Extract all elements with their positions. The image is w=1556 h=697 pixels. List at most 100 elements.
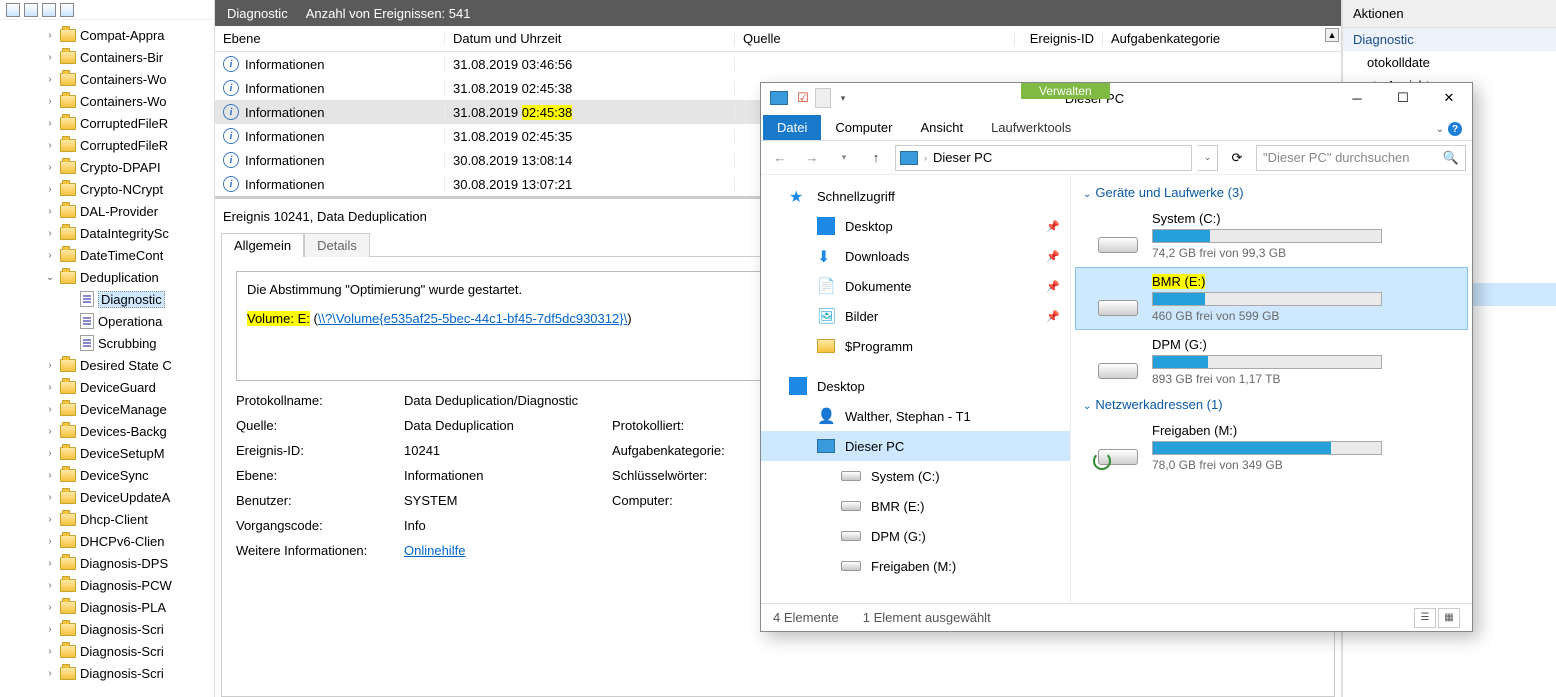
tree-item[interactable]: ›Containers-Wo bbox=[0, 90, 214, 112]
help-icon[interactable]: ? bbox=[1448, 122, 1462, 136]
tree-item[interactable]: ›DataIntegritySc bbox=[0, 222, 214, 244]
nav-back-button[interactable]: ← bbox=[767, 145, 793, 171]
nav-recent-dropdown[interactable]: ▾ bbox=[831, 145, 857, 171]
toolbar-icon[interactable] bbox=[42, 3, 56, 17]
tree-item[interactable]: ›Diagnosis-Scri bbox=[0, 662, 214, 684]
tree-item[interactable]: ›Diagnosis-PCW bbox=[0, 574, 214, 596]
chevron-icon[interactable]: › bbox=[44, 426, 56, 437]
address-bar[interactable]: › Dieser PC bbox=[895, 145, 1192, 171]
tree-item[interactable]: ›Diagnosis-Scri bbox=[0, 640, 214, 662]
sidebar-thispc[interactable]: Dieser PC bbox=[761, 431, 1070, 461]
chevron-icon[interactable]: › bbox=[44, 360, 56, 371]
sidebar-pictures[interactable]: 🖼Bilder📌 bbox=[761, 301, 1070, 331]
chevron-icon[interactable]: › bbox=[44, 668, 56, 679]
tree-item[interactable]: ›Containers-Bir bbox=[0, 46, 214, 68]
toolbar-icon[interactable] bbox=[6, 3, 20, 17]
tree-item[interactable]: ›Crypto-NCrypt bbox=[0, 178, 214, 200]
chevron-icon[interactable]: › bbox=[44, 52, 56, 63]
chevron-icon[interactable]: › bbox=[44, 492, 56, 503]
drive-item[interactable]: Freigaben (M:)78,0 GB frei von 349 GB bbox=[1075, 416, 1468, 479]
chevron-icon[interactable]: › bbox=[44, 30, 56, 41]
sidebar-drive-m[interactable]: Freigaben (M:) bbox=[761, 551, 1070, 581]
tree-item[interactable]: ›DeviceSync bbox=[0, 464, 214, 486]
tree-item[interactable]: ›Diagnosis-DPS bbox=[0, 552, 214, 574]
chevron-icon[interactable]: › bbox=[44, 118, 56, 129]
ribbon-tab-computer[interactable]: Computer bbox=[821, 115, 906, 140]
chevron-icon[interactable]: › bbox=[44, 536, 56, 547]
col-category[interactable]: Aufgabenkategorie bbox=[1103, 31, 1341, 46]
tree-item[interactable]: ›CorruptedFileR bbox=[0, 134, 214, 156]
group-network[interactable]: ⌄Netzwerkadressen (1) bbox=[1075, 393, 1468, 416]
qat-pc-icon[interactable] bbox=[767, 86, 791, 110]
qat-dropdown-icon[interactable]: ▾ bbox=[831, 86, 855, 110]
sidebar-drive-e[interactable]: BMR (E:) bbox=[761, 491, 1070, 521]
tree-item[interactable]: Scrubbing bbox=[0, 332, 214, 354]
nav-up-button[interactable]: ↑ bbox=[863, 145, 889, 171]
chevron-icon[interactable]: › bbox=[44, 228, 56, 239]
tree-item[interactable]: Diagnostic bbox=[0, 288, 214, 310]
tree-item[interactable]: ›Desired State C bbox=[0, 354, 214, 376]
ribbon-tab-drivetools[interactable]: Laufwerktools bbox=[977, 115, 1085, 140]
tree-item[interactable]: ›Devices-Backg bbox=[0, 420, 214, 442]
group-drives[interactable]: ⌄Geräte und Laufwerke (3) bbox=[1075, 181, 1468, 204]
tree-item[interactable]: ›DAL-Provider bbox=[0, 200, 214, 222]
sidebar-documents[interactable]: 📄Dokumente📌 bbox=[761, 271, 1070, 301]
chevron-icon[interactable]: › bbox=[44, 624, 56, 635]
tree-item[interactable]: ›DeviceManage bbox=[0, 398, 214, 420]
chevron-icon[interactable]: › bbox=[44, 162, 56, 173]
tree-item[interactable]: ›Crypto-DPAPI bbox=[0, 156, 214, 178]
ribbon-tab-file[interactable]: Datei bbox=[763, 115, 821, 140]
chevron-icon[interactable]: › bbox=[44, 382, 56, 393]
tab-general[interactable]: Allgemein bbox=[221, 233, 304, 257]
tree-item[interactable]: ›Diagnosis-PLA bbox=[0, 596, 214, 618]
toolbar-icon[interactable] bbox=[24, 3, 38, 17]
chevron-icon[interactable]: › bbox=[44, 250, 56, 261]
search-input[interactable]: "Dieser PC" durchsuchen 🔍 bbox=[1256, 145, 1466, 171]
sidebar-quickaccess[interactable]: ★Schnellzugriff bbox=[761, 181, 1070, 211]
chevron-icon[interactable]: › bbox=[44, 448, 56, 459]
qat-new-icon[interactable] bbox=[815, 88, 831, 108]
tree-item[interactable]: ›CorruptedFileR bbox=[0, 112, 214, 134]
event-row[interactable]: iInformationen31.08.2019 03:46:56 bbox=[215, 52, 1341, 76]
tree-item[interactable]: ›DHCPv6-Clien bbox=[0, 530, 214, 552]
tab-details[interactable]: Details bbox=[304, 233, 370, 257]
action-item[interactable]: otokolldate bbox=[1343, 51, 1556, 74]
chevron-icon[interactable]: ⌄ bbox=[44, 272, 56, 283]
tree-item[interactable]: ›DeviceGuard bbox=[0, 376, 214, 398]
tree-item[interactable]: ›Dhcp-Client bbox=[0, 508, 214, 530]
chevron-icon[interactable]: › bbox=[44, 558, 56, 569]
refresh-button[interactable]: ⟳ bbox=[1224, 145, 1250, 171]
col-level[interactable]: Ebene bbox=[215, 31, 445, 46]
sidebar-user[interactable]: 👤Walther, Stephan - T1 bbox=[761, 401, 1070, 431]
chevron-icon[interactable]: › bbox=[44, 580, 56, 591]
nav-forward-button[interactable]: → bbox=[799, 145, 825, 171]
tree-item[interactable]: Operationa bbox=[0, 310, 214, 332]
sidebar-drive-g[interactable]: DPM (G:) bbox=[761, 521, 1070, 551]
tree-item[interactable]: ›Containers-Wo bbox=[0, 68, 214, 90]
tree-item[interactable]: ⌄Deduplication bbox=[0, 266, 214, 288]
drive-item[interactable]: DPM (G:)893 GB frei von 1,17 TB bbox=[1075, 330, 1468, 393]
sidebar-programm[interactable]: $Programm bbox=[761, 331, 1070, 361]
chevron-icon[interactable]: › bbox=[44, 470, 56, 481]
col-date[interactable]: Datum und Uhrzeit bbox=[445, 31, 735, 46]
close-button[interactable]: ✕ bbox=[1426, 83, 1472, 113]
scroll-up-icon[interactable]: ▲ bbox=[1325, 28, 1339, 42]
sidebar-downloads[interactable]: ⬇Downloads📌 bbox=[761, 241, 1070, 271]
view-details-button[interactable]: ☰ bbox=[1414, 608, 1436, 628]
col-eventid[interactable]: Ereignis-ID bbox=[1015, 31, 1103, 46]
toolbar-icon[interactable] bbox=[60, 3, 74, 17]
maximize-button[interactable]: ☐ bbox=[1380, 83, 1426, 113]
ribbon-expand-icon[interactable]: ⌄? bbox=[1426, 118, 1472, 140]
tree-item[interactable]: ›DateTimeCont bbox=[0, 244, 214, 266]
chevron-icon[interactable]: › bbox=[44, 514, 56, 525]
chevron-icon[interactable]: › bbox=[44, 646, 56, 657]
drive-item[interactable]: System (C:)74,2 GB frei von 99,3 GB bbox=[1075, 204, 1468, 267]
view-tiles-button[interactable]: ▦ bbox=[1438, 608, 1460, 628]
volume-link[interactable]: \\?\Volume{e535af25-5bec-44c1-bf45-7df5d… bbox=[318, 311, 627, 326]
sidebar-desktop[interactable]: Desktop📌 bbox=[761, 211, 1070, 241]
chevron-icon[interactable]: › bbox=[44, 206, 56, 217]
minimize-button[interactable]: ─ bbox=[1334, 83, 1380, 113]
ribbon-tab-view[interactable]: Ansicht bbox=[906, 115, 977, 140]
tree-item[interactable]: ›Compat-Appra bbox=[0, 24, 214, 46]
breadcrumb-thispc[interactable]: Dieser PC bbox=[933, 150, 992, 165]
